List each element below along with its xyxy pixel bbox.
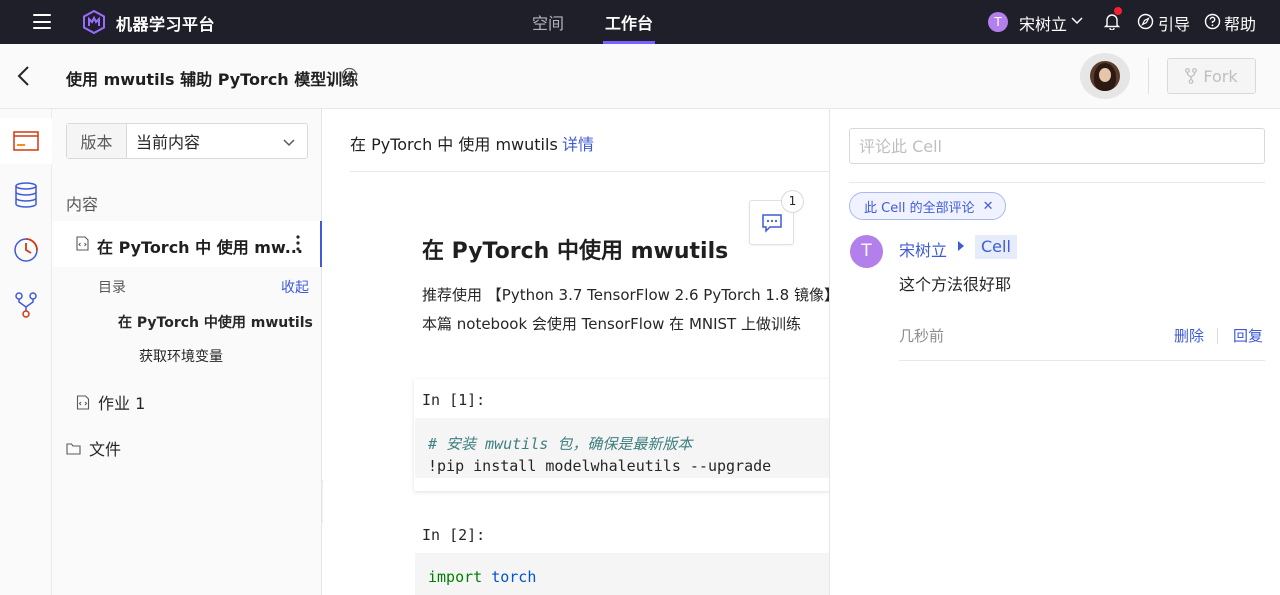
fork-button[interactable]: Fork	[1167, 58, 1256, 94]
comment-input[interactable]	[849, 128, 1265, 164]
help-icon[interactable]	[1204, 13, 1221, 30]
top-nav: 机器学习平台 空间 工作台 T 宋树立 引导 帮助	[0, 0, 1280, 44]
filter-tag-label: 此 Cell 的全部评论	[864, 200, 975, 216]
notebook-crumb-title: 在 PyTorch 中 使用 mwutils	[350, 135, 558, 154]
left-panel: 版本 当前内容 内容 在 PyTorch 中 使用 mw... 目录 收起 在 …	[52, 109, 322, 595]
tree-item-label: 文件	[89, 440, 122, 459]
code-editor[interactable]: # 安装 mwutils 包，确保是最新版本 !pip install mode…	[415, 418, 829, 478]
tree-item-homework[interactable]: 作业 1	[76, 390, 145, 414]
version-select[interactable]: 版本 当前内容	[66, 123, 308, 159]
rail-versions[interactable]	[0, 282, 52, 328]
divider	[899, 360, 1265, 361]
folder-icon	[13, 131, 39, 151]
database-icon	[15, 182, 37, 208]
code-editor[interactable]: import torch	[415, 553, 829, 595]
content-section-label: 内容	[66, 195, 99, 214]
comment-icon	[761, 213, 782, 233]
project-header: 使用 mwutils 辅助 PyTorch 模型训练 Fork	[0, 44, 1280, 109]
divider	[350, 171, 829, 172]
comment-count-badge: 1	[781, 190, 804, 213]
help-link[interactable]: 帮助	[1224, 11, 1256, 35]
user-name[interactable]: 宋树立	[1019, 11, 1067, 35]
markdown-heading: 在 PyTorch 中使用 mwutils	[422, 239, 729, 264]
version-value[interactable]: 当前内容	[127, 124, 307, 158]
page-title: 使用 mwutils 辅助 PyTorch 模型训练	[66, 70, 359, 89]
rail-files[interactable]	[0, 118, 52, 164]
side-rail	[0, 109, 52, 595]
toc-item[interactable]: 获取环境变量	[139, 346, 223, 366]
comment-text: 这个方法很好耶	[899, 275, 1012, 294]
fork-icon	[1185, 68, 1198, 84]
compass-icon[interactable]	[1137, 13, 1154, 30]
markdown-text: 本篇 notebook 会使用 TensorFlow 在 MNIST 上做训练	[422, 315, 801, 333]
notebook-title[interactable]: 在 PyTorch 中 使用 mw...	[97, 234, 303, 258]
code-line: !pip install modelwhaleutils --upgrade	[428, 457, 772, 475]
tab-workbench[interactable]: 工作台	[605, 10, 653, 34]
details-link[interactable]: 详情	[562, 131, 594, 155]
code-module: torch	[491, 568, 537, 586]
logo-icon	[83, 10, 105, 34]
reply-comment-button[interactable]: 回复	[1233, 325, 1263, 346]
folder-icon	[66, 442, 81, 455]
toc-label: 目录	[98, 280, 126, 296]
code-keyword: import	[428, 568, 483, 586]
menu-icon[interactable]	[33, 14, 51, 29]
info-icon[interactable]	[341, 67, 358, 84]
file-icon	[76, 394, 90, 410]
version-label: 版本	[67, 124, 127, 158]
tab-space[interactable]: 空间	[532, 10, 564, 34]
collaborator-avatar[interactable]	[1080, 53, 1130, 99]
notebook-icon	[76, 236, 89, 251]
user-avatar[interactable]: T	[988, 12, 1008, 32]
code-comment: # 安装 mwutils 包，确保是最新版本	[428, 435, 693, 453]
close-icon[interactable]: ✕	[983, 199, 994, 214]
comment-time: 几秒前	[899, 327, 945, 345]
notebook-item-active[interactable]: 在 PyTorch 中 使用 mw...	[52, 221, 322, 267]
tree-item-files[interactable]: 文件	[66, 436, 121, 460]
cell-prompt: In [1]:	[422, 391, 486, 409]
chevron-down-icon[interactable]	[1071, 14, 1083, 26]
divider	[849, 182, 1265, 183]
chevron-down-icon[interactable]	[283, 136, 295, 148]
tree-item-label: 作业 1	[98, 394, 146, 413]
delete-comment-button[interactable]: 删除	[1174, 325, 1204, 346]
brand-name: 机器学习平台	[116, 15, 216, 34]
rail-history[interactable]	[0, 227, 52, 273]
comment-filter-tag[interactable]: 此 Cell 的全部评论 ✕	[849, 192, 1007, 220]
more-icon[interactable]	[296, 235, 300, 251]
comment-target[interactable]: Cell	[975, 235, 1017, 259]
notebook-view: 在 PyTorch 中 使用 mwutils 详情 1 在 PyTorch 中使…	[323, 109, 829, 595]
rail-datasets[interactable]	[0, 172, 52, 218]
guide-link[interactable]: 引导	[1158, 11, 1190, 35]
fork-label: Fork	[1203, 66, 1238, 86]
cell-prompt: In [2]:	[422, 526, 486, 544]
toc-item[interactable]: 在 PyTorch 中使用 mwutils	[118, 312, 313, 332]
toc-collapse-link[interactable]: 收起	[281, 277, 309, 297]
comment-author[interactable]: 宋树立	[899, 237, 947, 261]
clock-icon	[14, 238, 38, 262]
branch-icon	[15, 292, 37, 318]
caret-right-icon	[958, 241, 964, 251]
header-divider	[1148, 58, 1149, 94]
back-icon[interactable]	[14, 64, 34, 88]
avatar: T	[850, 235, 883, 268]
action-separator	[1217, 328, 1218, 344]
comments-panel: 此 Cell 的全部评论 ✕ T 宋树立 Cell 这个方法很好耶 几秒前 删除…	[829, 109, 1280, 595]
notification-dot	[1114, 7, 1122, 15]
markdown-text: 推荐使用 【Python 3.7 TensorFlow 2.6 PyTorch …	[422, 286, 829, 304]
